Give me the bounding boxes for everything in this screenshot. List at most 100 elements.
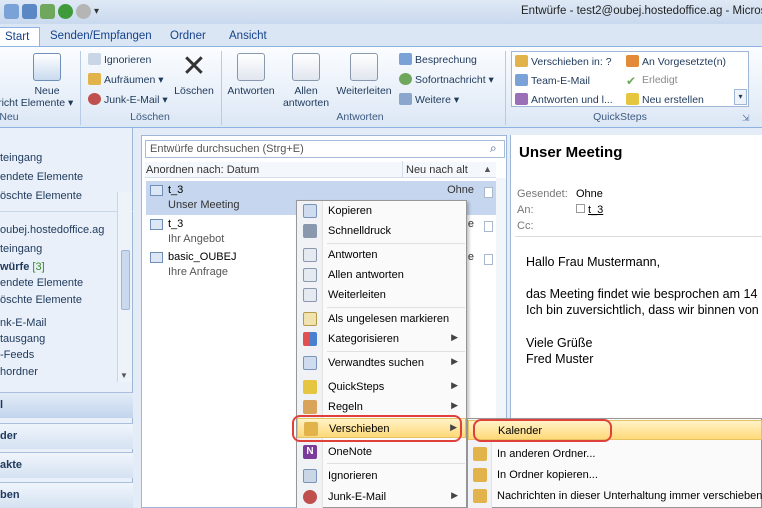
nav-account-inbox[interactable]: teingang bbox=[0, 243, 42, 255]
reply-button[interactable]: Antworten bbox=[224, 53, 278, 97]
nav-account[interactable]: oubej.hostedoffice.ag bbox=[0, 224, 104, 236]
nav-scroll-thumb[interactable] bbox=[121, 250, 130, 310]
new-items-label: Neue Elemente ▾ bbox=[20, 85, 74, 109]
menu-item-rules[interactable]: Regeln ▶ bbox=[297, 397, 466, 417]
customize-toolbar-icon[interactable]: ▾ bbox=[94, 4, 104, 19]
quickstep-new[interactable]: Neu erstellen bbox=[626, 93, 704, 106]
new-items-button[interactable]: Neue Elemente ▾ bbox=[18, 53, 76, 109]
flag-icon[interactable] bbox=[484, 187, 493, 198]
nav-sent[interactable]: endete Elemente bbox=[0, 171, 83, 183]
sort-arrow-icon[interactable]: ▲ bbox=[483, 164, 492, 174]
flag-icon[interactable] bbox=[484, 221, 493, 232]
copy-folder-icon bbox=[473, 468, 487, 482]
sort-by-date[interactable]: Anordnen nach: Datum bbox=[146, 164, 259, 176]
reply-all-button[interactable]: Allen antworten bbox=[278, 53, 334, 109]
menu-item-reply-all[interactable]: Allen antworten bbox=[297, 265, 466, 285]
search-icon[interactable]: ⌕ bbox=[490, 141, 497, 156]
menu-item-label: Weiterleiten bbox=[328, 289, 386, 301]
forward-button[interactable]: Weiterleiten bbox=[333, 53, 395, 97]
instant-message-button[interactable]: Sofortnachricht ▾ bbox=[399, 73, 494, 86]
tab-folder[interactable]: Ordner bbox=[170, 27, 206, 46]
nav-button-tasks[interactable]: ben bbox=[0, 482, 133, 508]
reply-icon bbox=[303, 248, 317, 262]
junk-icon bbox=[88, 93, 101, 105]
dialog-launcher-icon[interactable]: ⇲ bbox=[742, 113, 750, 124]
nav-button-contacts[interactable]: akte bbox=[0, 452, 133, 478]
flag-icon[interactable] bbox=[484, 254, 493, 265]
undo-icon[interactable] bbox=[58, 4, 73, 19]
menu-item-forward[interactable]: Weiterleiten bbox=[297, 285, 466, 305]
new-mail-button[interactable]: richt bbox=[0, 97, 20, 109]
ignore-button[interactable]: Ignorieren bbox=[88, 53, 151, 66]
redo-icon[interactable] bbox=[76, 4, 91, 19]
meeting-button[interactable]: Besprechung bbox=[399, 53, 477, 66]
scroll-down-icon[interactable]: ▼ bbox=[120, 371, 128, 380]
nav-rss[interactable]: -Feeds bbox=[0, 349, 34, 361]
tab-start[interactable]: Start bbox=[0, 27, 40, 46]
to-recipient[interactable]: t_3 bbox=[588, 204, 603, 216]
delete-x-icon: ✕ bbox=[181, 50, 207, 83]
quickstep-move-to[interactable]: Verschieben in: ? bbox=[515, 55, 612, 68]
submenu-arrow-icon: ▶ bbox=[451, 332, 458, 342]
ignore-icon bbox=[88, 53, 101, 65]
sent-label: Gesendet: bbox=[517, 188, 568, 200]
menu-item-label: Regeln bbox=[328, 401, 363, 413]
cleanup-button[interactable]: Aufräumen ▾ bbox=[88, 73, 164, 86]
save-icon[interactable] bbox=[22, 4, 37, 19]
calendar-grid-icon bbox=[33, 53, 61, 81]
submenu-item-always-move[interactable]: Nachrichten in dieser Unterhaltung immer… bbox=[468, 486, 762, 506]
menu-item-categorize[interactable]: Kategorisieren ▶ bbox=[297, 329, 466, 349]
window-title: Entwürfe - test2@oubej.hostedoffice.ag -… bbox=[521, 5, 762, 17]
menu-item-quicksteps[interactable]: QuickSteps ▶ bbox=[297, 377, 466, 397]
menu-separator bbox=[327, 307, 465, 308]
menu-item-find-related[interactable]: Verwandtes suchen ▶ bbox=[297, 353, 466, 373]
nav-scrollbar[interactable]: ▼ bbox=[117, 192, 132, 382]
menu-item-quick-print[interactable]: Schnelldruck bbox=[297, 221, 466, 241]
submenu-arrow-icon: ▶ bbox=[451, 356, 458, 366]
menu-separator bbox=[327, 463, 465, 464]
quickstep-to-manager[interactable]: An Vorgesetzte(n) bbox=[626, 55, 726, 68]
menu-item-onenote[interactable]: N OneNote bbox=[297, 442, 466, 462]
send-receive-icon[interactable] bbox=[40, 4, 55, 19]
outlook-app-icon[interactable] bbox=[4, 4, 19, 19]
nav-inbox[interactable]: teingang bbox=[0, 152, 42, 164]
nav-junk[interactable]: nk-E-Mail bbox=[0, 317, 46, 329]
tab-send-receive[interactable]: Senden/Empfangen bbox=[50, 27, 152, 46]
search-input[interactable]: Entwürfe durchsuchen (Strg+E) bbox=[145, 140, 505, 158]
submenu-arrow-icon: ▶ bbox=[451, 490, 458, 500]
quickstep-reply-delete[interactable]: Antworten und l... bbox=[515, 93, 613, 106]
delete-button[interactable]: ✕ Löschen bbox=[170, 50, 218, 98]
menu-separator bbox=[327, 243, 465, 244]
submenu-item-other-folder[interactable]: In anderen Ordner... bbox=[468, 444, 762, 464]
nav-drafts[interactable]: würfe [3] bbox=[0, 261, 45, 273]
instant-message-label: Sofortnachricht ▾ bbox=[415, 74, 494, 86]
menu-item-copy[interactable]: Kopieren bbox=[297, 201, 466, 221]
nav-account-sent[interactable]: endete Elemente bbox=[0, 277, 83, 289]
nav-deleted[interactable]: öschte Elemente bbox=[0, 190, 82, 202]
find-related-icon bbox=[303, 356, 317, 370]
menu-item-reply[interactable]: Antworten bbox=[297, 245, 466, 265]
more-button[interactable]: Weitere ▾ bbox=[399, 93, 459, 106]
nav-search-folders[interactable]: hordner bbox=[0, 366, 38, 378]
nav-account-deleted[interactable]: öschte Elemente bbox=[0, 294, 82, 306]
reply-all-icon bbox=[303, 268, 317, 282]
menu-item-mark-unread[interactable]: Als ungelesen markieren bbox=[297, 309, 466, 329]
junk-button[interactable]: Junk-E-Mail ▾ bbox=[88, 93, 168, 106]
sort-order[interactable]: Neu nach alt bbox=[406, 164, 468, 176]
nav-outbox[interactable]: tausgang bbox=[0, 333, 45, 345]
menu-item-ignore[interactable]: Ignorieren bbox=[297, 466, 466, 486]
meeting-label: Besprechung bbox=[415, 54, 477, 66]
group-label-quicksteps: QuickSteps bbox=[593, 111, 647, 123]
cc-label: Cc: bbox=[517, 220, 534, 232]
quickstep-team-mail[interactable]: Team-E-Mail bbox=[515, 74, 590, 87]
mail-from: t_3 bbox=[168, 184, 184, 196]
tab-view[interactable]: Ansicht bbox=[229, 27, 267, 46]
nav-button-calendar[interactable]: der bbox=[0, 423, 133, 449]
quickstep-done[interactable]: ✔ Erledigt bbox=[626, 74, 678, 87]
nav-button-mail[interactable]: l bbox=[0, 392, 133, 418]
draft-envelope-icon bbox=[150, 219, 163, 230]
gallery-expand-icon[interactable]: ▾ bbox=[734, 89, 747, 105]
quickstep-team-mail-label: Team-E-Mail bbox=[531, 75, 590, 87]
submenu-item-copy-to-folder[interactable]: In Ordner kopieren... bbox=[468, 465, 762, 485]
menu-item-junk[interactable]: Junk-E-Mail ▶ bbox=[297, 487, 466, 507]
